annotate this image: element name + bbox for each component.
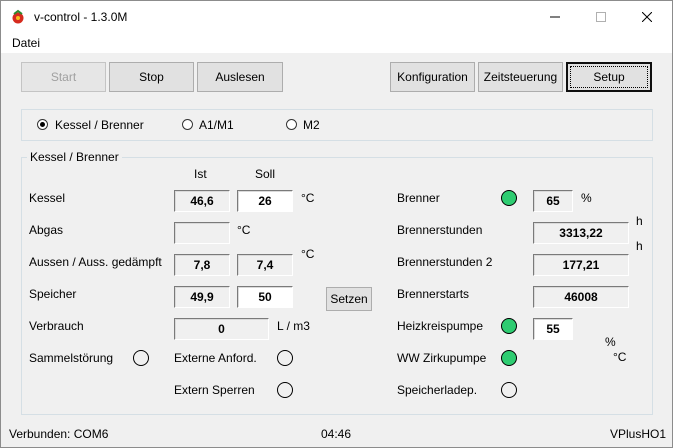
auslesen-button[interactable]: Auslesen (197, 62, 283, 92)
ww-zirkupumpe-indicator (501, 350, 517, 366)
brennerstarts-value: 46008 (533, 286, 629, 308)
kessel-soll-value: 26 (237, 190, 293, 212)
aussen-ist-value: 7,8 (174, 254, 230, 276)
radio-a1m1[interactable] (182, 119, 193, 130)
radio-m2[interactable] (286, 119, 297, 130)
radio-label-m2[interactable]: M2 (303, 118, 320, 132)
close-button[interactable] (624, 1, 670, 33)
aussen-unit: °C (301, 247, 315, 261)
minimize-button[interactable] (532, 1, 578, 33)
brennerstunden-label: Brennerstunden (397, 223, 483, 237)
externe-anford-indicator (277, 350, 293, 366)
speicher-ist-value: 49,9 (174, 286, 230, 308)
radio-label-kessel-brenner[interactable]: Kessel / Brenner (55, 118, 144, 132)
maximize-button[interactable] (578, 1, 624, 33)
sammelstoerung-indicator (133, 350, 149, 366)
column-header-ist: Ist (194, 167, 207, 181)
stop-button[interactable]: Stop (109, 62, 194, 92)
status-bar: Verbunden: COM6 04:46 VPlusHO1 (1, 423, 672, 447)
brennerstunden-unit: h (636, 214, 643, 228)
heizkreispumpe-value: 55 (533, 318, 573, 340)
heizkreispumpe-label: Heizkreispumpe (397, 319, 484, 333)
kessel-label: Kessel (29, 191, 66, 205)
heizkreispumpe-indicator (501, 318, 517, 334)
maximize-icon (596, 12, 606, 22)
brennerstunden2-unit: h (636, 239, 643, 253)
window-title: v-control - 1.3.0M (34, 10, 128, 24)
connection-status: Verbunden: COM6 (9, 427, 109, 441)
close-icon (642, 12, 652, 22)
abgas-value (174, 222, 230, 244)
title-bar: v-control - 1.3.0M (1, 1, 672, 33)
speicherladep-indicator (501, 382, 517, 398)
brennerstunden-value: 3313,22 (533, 222, 629, 244)
speicher-label: Speicher (29, 287, 77, 301)
brennerstunden2-value: 177,21 (533, 254, 629, 276)
brennerstarts-label: Brennerstarts (397, 287, 470, 301)
verbrauch-unit: L / m3 (277, 319, 310, 333)
brenner-unit: % (581, 191, 592, 205)
brenner-value: 65 (533, 190, 573, 212)
extern-sperren-indicator (277, 382, 293, 398)
radio-label-a1m1[interactable]: A1/M1 (199, 118, 234, 132)
kessel-unit: °C (301, 191, 315, 205)
extern-sperren-label: Extern Sperren (174, 383, 255, 397)
externe-anford-label: Externe Anford. (174, 351, 257, 365)
group-title: Kessel / Brenner (27, 150, 122, 164)
kessel-ist-value: 46,6 (174, 190, 230, 212)
abgas-label: Abgas (29, 223, 64, 237)
aussen-label: Aussen / Auss. gedämpft (29, 255, 162, 269)
ww-zirkupumpe-unit: °C (613, 350, 627, 364)
heizkreispumpe-unit: % (605, 335, 616, 349)
radio-kessel-brenner[interactable] (37, 119, 48, 130)
brennerstunden2-label: Brennerstunden 2 (397, 255, 493, 269)
aussen-gedaempft-value: 7,4 (237, 254, 293, 276)
konfiguration-button[interactable]: Konfiguration (390, 62, 475, 92)
abgas-unit: °C (237, 223, 251, 237)
brenner-label: Brenner (397, 191, 440, 205)
zeitsteuerung-button[interactable]: Zeitsteuerung (478, 62, 563, 92)
menu-datei[interactable]: Datei (12, 36, 40, 50)
setup-button[interactable]: Setup (566, 62, 652, 92)
app-window: v-control - 1.3.0M Datei Start Stop Ausl… (0, 0, 673, 448)
brenner-indicator (501, 190, 517, 206)
minimize-icon (550, 16, 560, 18)
column-header-soll: Soll (255, 167, 276, 181)
sammelstoerung-label: Sammelstörung (29, 351, 114, 365)
speicher-soll-input[interactable]: 50 (237, 286, 293, 308)
app-icon (12, 9, 24, 24)
menu-bar: Datei (1, 33, 672, 53)
ww-zirkupumpe-label: WW Zirkupumpe (397, 351, 487, 365)
setzen-button[interactable]: Setzen (326, 287, 372, 311)
start-button[interactable]: Start (21, 62, 106, 92)
verbrauch-label: Verbrauch (29, 319, 84, 333)
clock: 04:46 (321, 427, 352, 441)
speicherladep-label: Speicherladep. (397, 383, 478, 397)
device-name: VPlusHO1 (610, 427, 667, 441)
verbrauch-value: 0 (174, 318, 269, 340)
